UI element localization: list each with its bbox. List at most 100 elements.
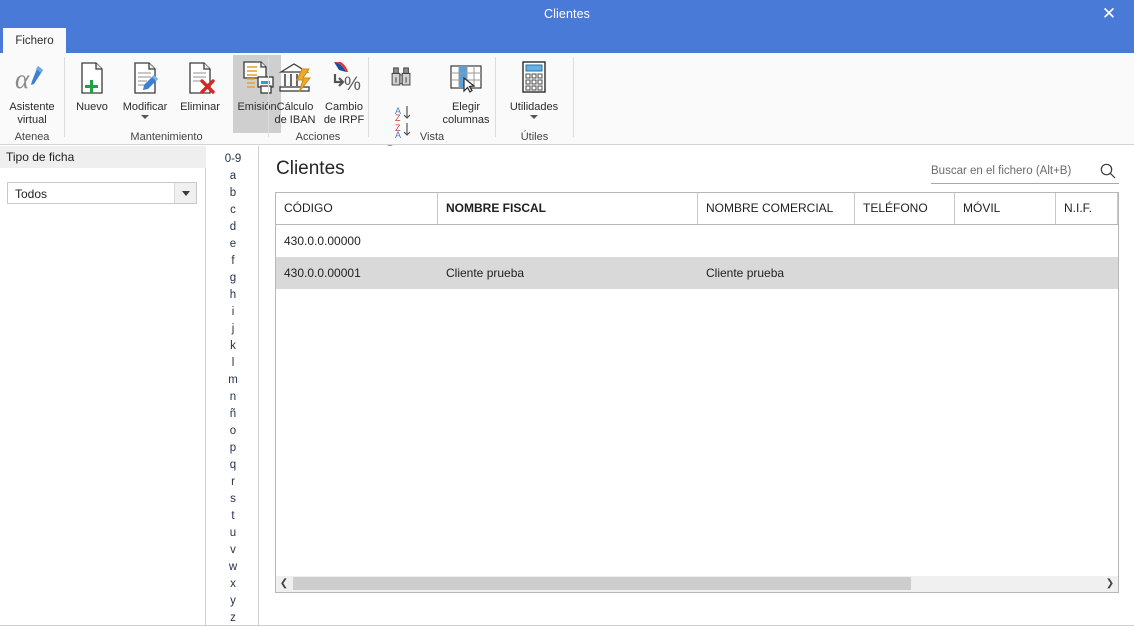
svg-text:α: α (15, 64, 30, 94)
alpha-index-r[interactable]: r (207, 474, 259, 491)
alpha-index-s[interactable]: s (207, 491, 259, 508)
scroll-left-icon[interactable]: ❮ (276, 576, 292, 591)
ribbon-button-buscar[interactable]: AZZABuscar (371, 55, 437, 156)
grid-header-telefono[interactable]: TELÉFONO (855, 193, 955, 224)
grid-body: 430.0.0.00000 430.0.0.00001 Cliente prueba… (276, 225, 1118, 289)
alpha-index-l[interactable]: l (207, 355, 259, 372)
chevron-down-icon[interactable] (530, 114, 538, 119)
ribbon-button-nuevo[interactable]: Nuevo (68, 55, 116, 131)
ribbon-group-label: Vista (419, 131, 445, 143)
alpha-index-z[interactable]: z (207, 610, 259, 626)
grid-cell-nombre_fiscal: Cliente prueba (446, 266, 525, 280)
alpha-index-q[interactable]: q (207, 457, 259, 474)
grid-cell-movil (955, 257, 1056, 289)
ribbon-button-elegir-columnas[interactable]: Elegir columnas (437, 55, 495, 131)
grid-header-nombre_comercial[interactable]: NOMBRE COMERCIAL (698, 193, 855, 224)
alpha-index-n[interactable]: n (207, 389, 259, 406)
ribbon-button-label: Nuevo (76, 101, 108, 113)
alpha-index-o[interactable]: o (207, 423, 259, 440)
ribbon-button-modificar[interactable]: Modificar (117, 55, 173, 131)
grid-cell-codigo: 430.0.0.00000 (284, 234, 361, 248)
alpha-index-j[interactable]: j (207, 321, 259, 338)
binoculars-sort-icon: AZZA (371, 58, 437, 140)
alpha-index-y[interactable]: y (207, 593, 259, 610)
ribbon-button-cambio-de-irpf[interactable]: % Cambio de IRPF (320, 55, 368, 131)
grid-cell-nombre_fiscal (438, 225, 698, 257)
ribbon-button-label: Cambio (325, 101, 363, 113)
grid-cell-telefono (855, 257, 955, 289)
grid-header-movil[interactable]: MÓVIL (955, 193, 1056, 224)
search-box (931, 160, 1119, 184)
chevron-down-icon[interactable] (141, 114, 149, 119)
alpha-index-u[interactable]: u (207, 525, 259, 542)
grid-cell-telefono (855, 225, 955, 257)
alpha-index-g[interactable]: g (207, 270, 259, 287)
ribbon-button-calculo-de-iban[interactable]: Cálculo de IBAN (270, 55, 320, 131)
ribbon-group-label: Mantenimiento (130, 131, 203, 143)
ribbon-button-label: Utilidades (509, 101, 559, 113)
alpha-index-w[interactable]: w (207, 559, 259, 576)
alpha-index-b[interactable]: b (207, 185, 259, 202)
tab-fichero[interactable]: Fichero (3, 28, 66, 53)
tax-percent-icon: % (320, 58, 368, 98)
svg-text:%: % (344, 74, 361, 95)
ribbon-button-label-2: virtual (17, 113, 47, 126)
ribbon-button-eliminar[interactable]: Eliminar (174, 55, 226, 131)
grid-header-row: CÓDIGO NOMBRE FISCAL NOMBRE COMERCIAL TELÉF… (276, 193, 1118, 225)
alpha-index-p[interactable]: p (207, 440, 259, 457)
grid-cell-codigo: 430.0.0.00001 (284, 266, 361, 280)
new-document-icon (68, 58, 116, 98)
ribbon-button-label-2: de IRPF (323, 113, 365, 126)
bank-bolt-icon (270, 58, 320, 98)
search-icon[interactable] (1099, 162, 1117, 180)
edit-document-icon (117, 58, 173, 98)
alpha-index-m[interactable]: m (207, 372, 259, 389)
grid-header-codigo[interactable]: CÓDIGO (276, 193, 438, 224)
delete-document-icon (174, 58, 226, 98)
alpha-index-v[interactable]: v (207, 542, 259, 559)
grid-cell-nif (1056, 225, 1118, 257)
ribbon-group-acciones: Cálculo de IBAN% Cambio de IRPF Acciones (268, 53, 368, 145)
alpha-index-i[interactable]: i (207, 304, 259, 321)
grid-header-nombre_fiscal[interactable]: NOMBRE FISCAL (438, 193, 698, 224)
alpha-index-k[interactable]: k (207, 338, 259, 355)
search-input[interactable] (931, 160, 1087, 182)
table-row[interactable]: 430.0.0.00001 Cliente prueba Cliente prueb… (276, 257, 1118, 289)
scrollbar-thumb[interactable] (293, 577, 911, 590)
ribbon-group-label: Útiles (520, 131, 549, 143)
scroll-right-icon[interactable]: ❯ (1102, 576, 1118, 591)
alpha-index-x[interactable]: x (207, 576, 259, 593)
alpha-index-0-9[interactable]: 0-9 (207, 151, 259, 168)
alpha-index-h[interactable]: h (207, 287, 259, 304)
ribbon-group-mantenimiento: Nuevo Modificar Eliminar Emisión Mantenimien… (65, 53, 281, 145)
ribbon-toolbar: α Asistente virtual Atenea Nuevo Modificar Eli… (0, 53, 1134, 156)
ribbon-button-label-2: columnas (442, 113, 490, 126)
alpha-index-e[interactable]: e (207, 236, 259, 253)
svg-text:Z: Z (395, 113, 401, 123)
horizontal-scrollbar[interactable]: ❮ ❯ (275, 576, 1119, 593)
ribbon-button-label: Eliminar (180, 101, 220, 113)
table-row[interactable]: 430.0.0.00000 (276, 225, 1118, 257)
alpha-index-a[interactable]: a (207, 168, 259, 185)
tipo-de-ficha-value: Todos (15, 187, 48, 201)
grid-header-nif[interactable]: N.I.F. (1056, 193, 1118, 224)
ribbon-button-asistente-virtual[interactable]: α Asistente virtual (4, 55, 60, 131)
left-filter-pane: Tipo de ficha Todos (0, 146, 206, 626)
alpha-index-f[interactable]: f (207, 253, 259, 270)
window-title: Clientes (544, 7, 590, 21)
grid-cell-nif (1056, 257, 1118, 289)
page-title: Clientes (276, 158, 345, 179)
ribbon-button-label: Asistente (9, 101, 55, 113)
close-icon[interactable]: ✕ (1092, 0, 1126, 28)
alpha-index-c[interactable]: c (207, 202, 259, 219)
ribbon-group-label: Acciones (295, 131, 341, 143)
chevron-down-icon[interactable] (174, 183, 196, 203)
ribbon-button-label: Modificar (122, 101, 168, 113)
tipo-de-ficha-select[interactable]: Todos (7, 182, 197, 204)
ribbon-button-utilidades[interactable]: Utilidades (501, 55, 567, 131)
ribbon-group-separator (573, 57, 574, 137)
alpha-index-ñ[interactable]: ñ (207, 406, 259, 423)
ribbon-group-vista: AZZABuscarElegircolumnasVista (369, 53, 495, 156)
alpha-index-d[interactable]: d (207, 219, 259, 236)
alpha-index-t[interactable]: t (207, 508, 259, 525)
